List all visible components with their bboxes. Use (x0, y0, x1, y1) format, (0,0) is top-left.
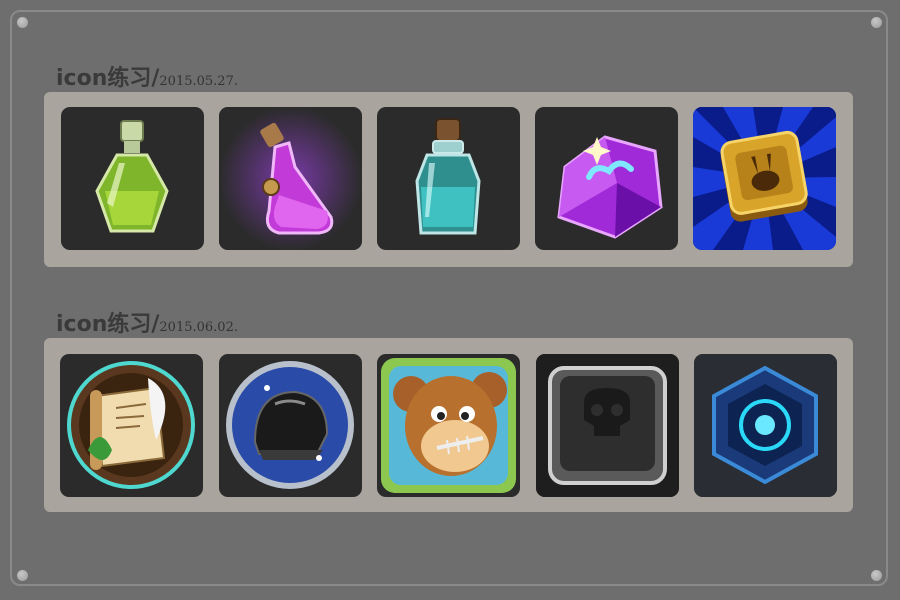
screw-bottom-left-icon (17, 570, 28, 581)
section-1-title: icon练习/2015.05.27. (56, 60, 238, 92)
teal-potion-icon[interactable] (377, 107, 520, 250)
scroll-quill-icon[interactable] (60, 354, 203, 497)
monkey-fishbone-icon[interactable] (377, 354, 520, 497)
purple-crystal-icon[interactable] (535, 107, 678, 250)
section-1-title-text: icon练习/ (56, 66, 160, 91)
screw-top-left-icon (17, 17, 28, 28)
metal-skull-button-icon[interactable] (536, 354, 679, 497)
section-2-title: icon练习/2015.06.02. (56, 306, 238, 338)
blue-hexagon-gem-icon[interactable] (694, 354, 837, 497)
section-2-title-text: icon练习/ (56, 312, 160, 337)
purple-potion-icon[interactable] (219, 107, 362, 250)
gold-rabbit-block-icon[interactable] (693, 107, 836, 250)
screw-bottom-right-icon (871, 570, 882, 581)
section-2-date: 2015.06.02. (159, 320, 238, 335)
section-1-date: 2015.05.27. (159, 74, 238, 89)
screw-top-right-icon (871, 17, 882, 28)
black-helmet-icon[interactable] (219, 354, 362, 497)
green-potion-icon[interactable] (61, 107, 204, 250)
